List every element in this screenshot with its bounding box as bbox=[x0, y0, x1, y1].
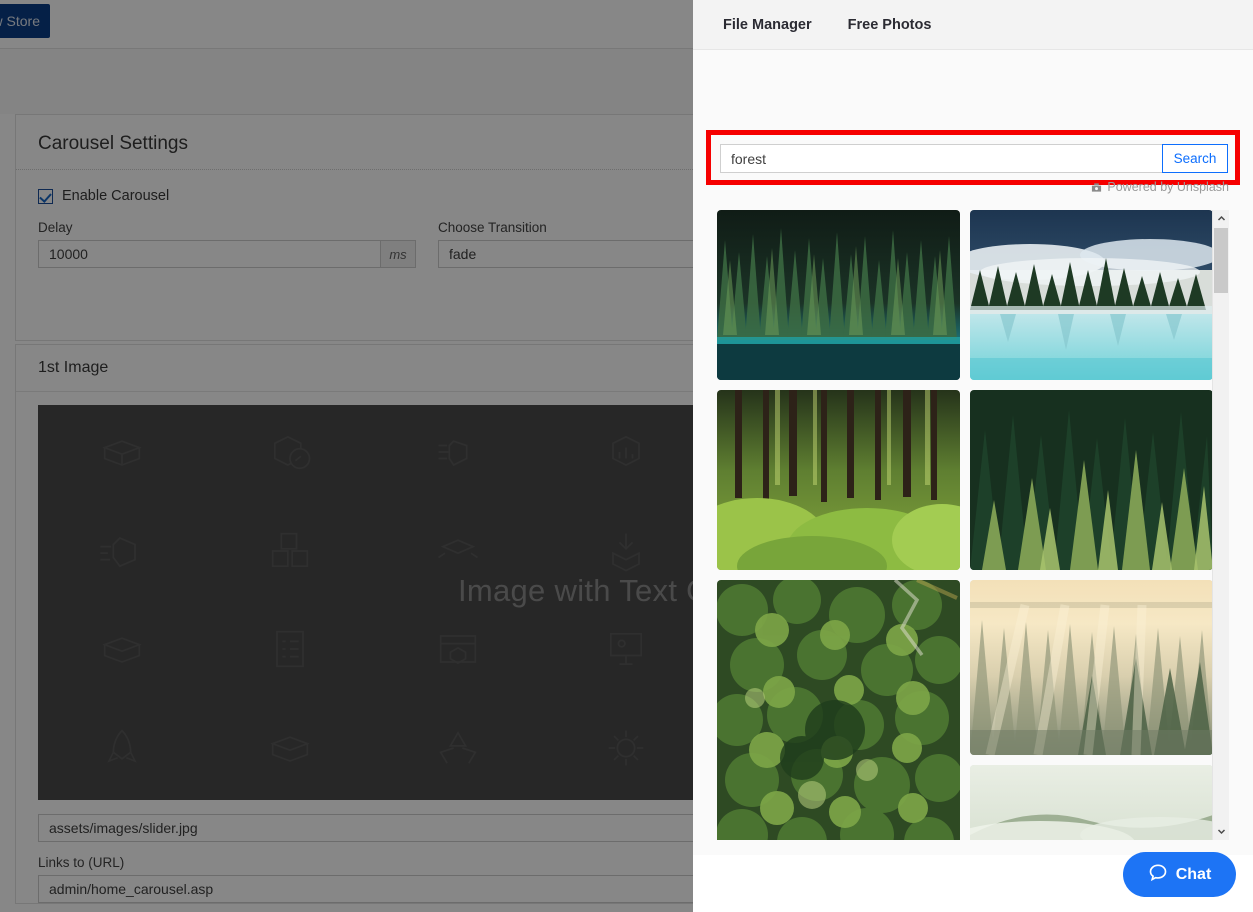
unsplash-attribution: Powered by Unsplash bbox=[1091, 180, 1229, 194]
photo-sunrise-fog-forest[interactable] bbox=[970, 580, 1213, 755]
chat-widget-button[interactable]: Chat bbox=[1123, 852, 1236, 897]
photo-results-grid bbox=[717, 210, 1213, 840]
scrollbar-thumb[interactable] bbox=[1214, 228, 1228, 293]
search-input[interactable] bbox=[720, 144, 1162, 173]
scroll-down-button[interactable] bbox=[1213, 823, 1229, 840]
photo-sunlit-pine-forest-undergrowth[interactable] bbox=[717, 390, 960, 570]
unsplash-attribution-text: Powered by Unsplash bbox=[1107, 180, 1229, 194]
photo-forest-lake-dark-conifers[interactable] bbox=[717, 210, 960, 380]
tab-file-manager[interactable]: File Manager bbox=[723, 17, 812, 33]
search-button[interactable]: Search bbox=[1162, 144, 1228, 173]
chevron-down-icon bbox=[1217, 829, 1225, 835]
chat-bubble-icon bbox=[1148, 862, 1168, 887]
search-bar: Search bbox=[720, 144, 1228, 173]
scroll-up-button[interactable] bbox=[1213, 210, 1229, 227]
photo-foggy-green-hills[interactable] bbox=[970, 765, 1213, 840]
results-scrollbar[interactable] bbox=[1212, 210, 1229, 840]
search-highlight-box: Search bbox=[706, 130, 1240, 185]
media-picker-modal: File Manager Free Photos Search Powered … bbox=[693, 0, 1253, 912]
chat-widget-label: Chat bbox=[1175, 865, 1212, 883]
photo-dense-evergreen-canopy[interactable] bbox=[970, 390, 1213, 570]
tab-free-photos[interactable]: Free Photos bbox=[848, 17, 932, 33]
photo-misty-lake-reflection[interactable] bbox=[970, 210, 1213, 380]
chevron-up-icon bbox=[1217, 215, 1225, 221]
photo-aerial-green-treetops[interactable] bbox=[717, 580, 960, 840]
modal-body: Search Powered by Unsplash bbox=[693, 50, 1253, 855]
modal-tab-bar: File Manager Free Photos bbox=[693, 0, 1253, 50]
results-column-right bbox=[970, 210, 1213, 840]
results-column-left bbox=[717, 210, 960, 840]
unsplash-camera-icon bbox=[1091, 182, 1102, 193]
